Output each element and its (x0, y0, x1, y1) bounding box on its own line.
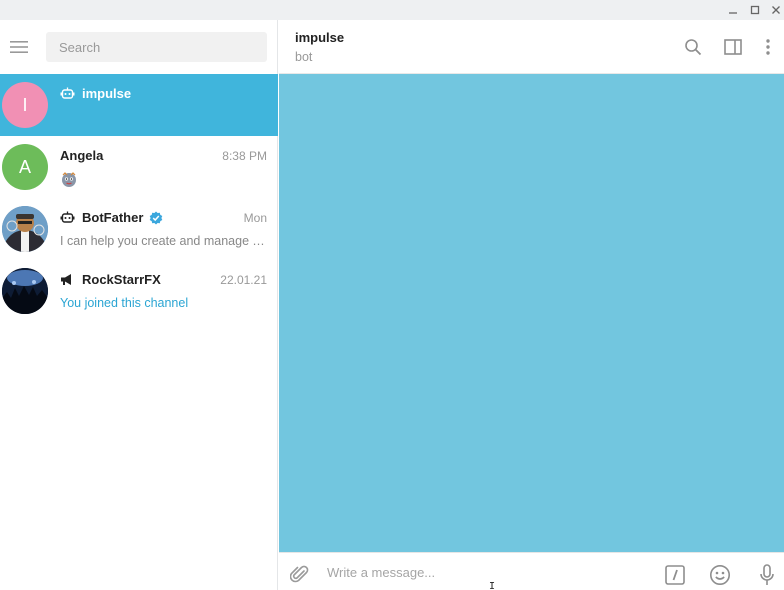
close-window-button[interactable] (768, 2, 784, 18)
avatar-letter: I (22, 94, 28, 115)
rockstarrfx-avatar-image (2, 268, 48, 314)
chat-name: Angela (60, 148, 104, 163)
telegram-window: I impulse A (0, 0, 784, 590)
chat-list: I impulse A Angela 8:38 PM BotFather Mon… (0, 74, 278, 322)
chat-item-rockstarrfx[interactable]: RockStarrFX 22.01.21 You joined this cha… (0, 260, 278, 322)
search-button[interactable] (683, 37, 703, 57)
chat-time: 8:38 PM (222, 149, 267, 163)
text-cursor-icon: I (489, 581, 496, 590)
verified-badge-icon (149, 211, 163, 225)
attach-button[interactable] (289, 564, 311, 586)
more-vertical-icon (766, 39, 770, 55)
chat-time: 22.01.21 (220, 273, 267, 287)
main-menu-button[interactable] (8, 36, 30, 58)
message-composer (279, 552, 784, 590)
chat-name: BotFather (82, 210, 144, 225)
bot-commands-button[interactable] (664, 564, 686, 586)
search-icon (685, 39, 702, 56)
more-options-button[interactable] (758, 37, 778, 57)
minimize-icon (729, 12, 737, 14)
side-panel-icon (724, 39, 742, 55)
sidebar: I impulse A (0, 20, 278, 590)
messages-area[interactable] (279, 74, 784, 552)
hamburger-menu-icon (10, 41, 28, 53)
megaphone-channel-icon (60, 273, 76, 287)
toggle-info-panel-button[interactable] (723, 37, 743, 57)
close-icon (772, 6, 780, 14)
slash-command-icon (665, 565, 685, 585)
chat-item-impulse[interactable]: I impulse (0, 74, 278, 136)
chat-item-angela[interactable]: A Angela 8:38 PM (0, 136, 278, 198)
chat-name: impulse (82, 86, 132, 101)
maximize-icon (750, 5, 760, 15)
minimize-button[interactable] (725, 2, 741, 18)
chat-header: impulse bot (279, 20, 784, 74)
avatar (2, 268, 48, 314)
chat-status: bot (295, 50, 313, 64)
microphone-icon (760, 564, 774, 585)
paperclip-icon (290, 565, 309, 583)
smiley-icon (710, 565, 730, 585)
maximize-button[interactable] (747, 2, 763, 18)
chat-preview: You joined this channel (60, 296, 189, 310)
voice-message-button[interactable] (756, 564, 778, 586)
chat-preview: I can help you create and manage Telegra… (60, 234, 267, 248)
avatar (2, 206, 48, 252)
chat-item-botfather[interactable]: BotFather Mon I can help you create and … (0, 198, 278, 260)
botfather-avatar-image (2, 206, 48, 252)
chat-name: RockStarrFX (82, 272, 161, 287)
chat-time: Mon (243, 211, 267, 225)
chat-title[interactable]: impulse (295, 30, 344, 45)
avatar: A (2, 144, 48, 190)
bot-icon (60, 87, 76, 101)
avatar: I (2, 82, 48, 128)
title-bar (0, 0, 784, 20)
search-input[interactable] (46, 32, 267, 62)
bot-icon (60, 211, 76, 225)
emoji-button[interactable] (709, 564, 731, 586)
message-input[interactable] (327, 561, 647, 583)
avatar-letter: A (18, 156, 31, 177)
sticker-preview-icon (60, 171, 78, 194)
